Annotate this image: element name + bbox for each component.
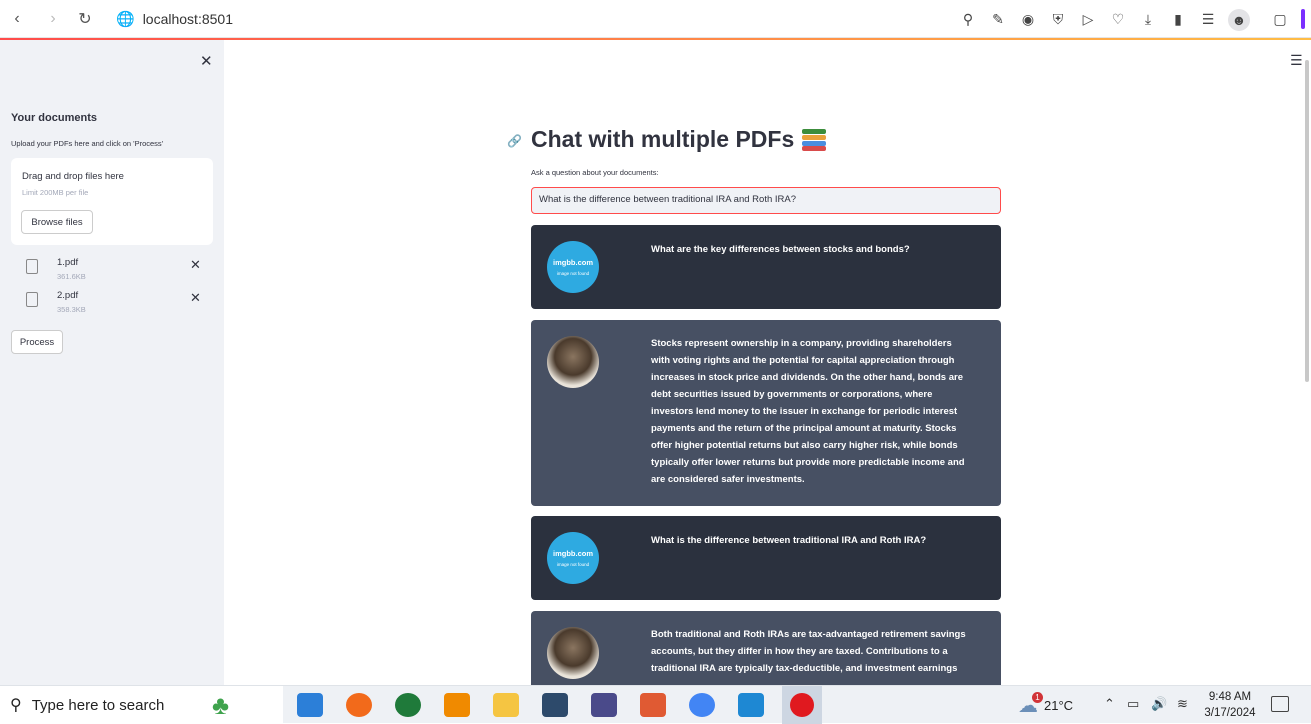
file-size: 361.6KB [57,272,86,281]
close-icon[interactable]: ✕ [200,52,213,70]
uploaded-file: 1.pdf 361.6KB ✕ [24,255,214,285]
clover-icon: ♣ [212,690,230,720]
reload-icon[interactable]: ↻ [75,9,95,29]
temperature: 21°C [1044,697,1074,713]
search-icon: ⚲ [10,697,22,714]
opera-app-icon [790,693,814,717]
forward-icon[interactable]: › [43,9,63,29]
windows-taskbar: ⚲ Type here to search ♣ ☁ 1 21°C ⌃ ▭ 🔊 ≋… [0,685,1311,724]
zoom-icon[interactable]: ⚲ [958,9,978,29]
chat-message-bot: Stocks represent ownership in a company,… [531,320,1001,506]
battery-saver-icon[interactable]: ▮ [1168,9,1188,29]
mysql-app-icon[interactable] [542,693,568,717]
sidebar-indicator [1301,9,1305,29]
time: 9:48 AM [1208,691,1252,703]
vlc-app-icon[interactable] [444,693,470,717]
question-label: Ask a question about your documents: [531,168,659,177]
message-text: What is the difference between tradition… [651,535,927,546]
sidebar-title: Your documents [11,112,97,124]
volume-icon[interactable]: 🔊 [1151,696,1167,712]
settings-sliders-icon[interactable]: ☰ [1198,9,1218,29]
chevron-up-icon[interactable]: ⌃ [1104,696,1115,712]
tool-app-icon[interactable] [346,693,372,717]
mongodb-app-icon[interactable] [395,693,421,717]
file-explorer-icon[interactable] [493,693,519,717]
opera-app-active[interactable] [782,686,822,724]
store-app-icon[interactable] [297,693,323,717]
vscode-app-icon[interactable] [738,693,764,717]
file-icon [26,259,38,274]
page-title: Chat with multiple PDFs [531,126,827,153]
bot-avatar [547,336,599,388]
profile-icon[interactable]: ☻ [1228,9,1250,31]
camera-icon[interactable]: ◉ [1018,9,1038,29]
clock[interactable]: 9:48 AM 3/17/2024 [1198,689,1262,721]
browse-files-button[interactable]: Browse files [21,210,93,234]
play-icon[interactable]: ▷ [1078,9,1098,29]
file-dropzone[interactable]: Drag and drop files here Limit 200MB per… [11,158,213,245]
dropzone-title: Drag and drop files here [22,171,124,182]
dropzone-limit: Limit 200MB per file [22,188,89,197]
app-icon[interactable] [591,693,617,717]
search-placeholder: Type here to search [31,696,165,714]
page-title-text: Chat with multiple PDFs [531,126,795,152]
avatar-subtext: image not found [556,271,590,276]
file-name: 2.pdf [57,290,79,301]
link-icon[interactable]: 🔗 [507,134,522,148]
uploaded-file: 2.pdf 358.3KB ✕ [24,288,214,318]
user-avatar: imgbb.com image not found [547,241,599,293]
wifi-icon[interactable]: ≋ [1177,696,1188,712]
file-size: 358.3KB [57,305,86,314]
box-icon[interactable]: ▢ [1270,9,1290,29]
notification-icon[interactable] [1271,696,1289,712]
shield-icon[interactable]: ⛨ [1048,9,1068,29]
avatar-text: imgbb.com [552,258,593,267]
remove-file-icon[interactable]: ✕ [190,290,201,306]
process-button[interactable]: Process [11,330,63,354]
globe-icon: 🌐 [116,11,135,28]
date: 3/17/2024 [1204,707,1256,719]
browser-toolbar: ‹ › ↻ 🌐 localhost:8501 ⚲ ✎ ◉ ⛨ ▷ ♡ ⤓ ▮ ☰… [0,0,1311,38]
books-icon [802,128,827,151]
question-input[interactable]: What is the difference between tradition… [531,187,1001,214]
avatar-text: imgbb.com [552,549,593,558]
weather-widget[interactable]: ☁ 1 21°C [1018,686,1073,724]
heart-icon[interactable]: ♡ [1108,9,1128,29]
battery-icon[interactable]: ▭ [1127,696,1139,712]
user-avatar: imgbb.com image not found [547,532,599,584]
chat-message-bot: Both traditional and Roth IRAs are tax-a… [531,611,1001,685]
file-name: 1.pdf [57,257,79,268]
download-icon[interactable]: ⤓ [1138,9,1158,29]
chat-message-user: imgbb.com image not found What is the di… [531,516,1001,600]
scrollbar[interactable] [1305,60,1309,382]
hamburger-menu-icon[interactable]: ☰ [1290,52,1303,69]
weather-badge: 1 [1032,692,1043,703]
url-text: localhost:8501 [142,11,233,27]
taskbar-search[interactable]: ⚲ Type here to search ♣ [0,686,283,724]
message-text: What are the key differences between sto… [651,244,910,255]
message-text: Stocks represent ownership in a company,… [651,338,965,485]
bot-avatar [547,627,599,679]
remove-file-icon[interactable]: ✕ [190,257,201,273]
chrome-app-icon[interactable] [689,693,715,717]
edit-icon[interactable]: ✎ [988,9,1008,29]
avatar-subtext: image not found [556,562,590,567]
sidebar-subtitle: Upload your PDFs here and click on 'Proc… [11,139,164,148]
message-text: Both traditional and Roth IRAs are tax-a… [651,629,966,674]
address-bar[interactable]: 🌐 localhost:8501 [116,9,233,29]
office-app-icon[interactable] [640,693,666,717]
chat-message-user: imgbb.com image not found What are the k… [531,225,1001,309]
file-icon [26,292,38,307]
back-icon[interactable]: ‹ [7,9,27,29]
sidebar: ✕ Your documents Upload your PDFs here a… [0,40,224,685]
main-content: ☰ 🔗 Chat with multiple PDFs Ask a questi… [224,40,1311,685]
